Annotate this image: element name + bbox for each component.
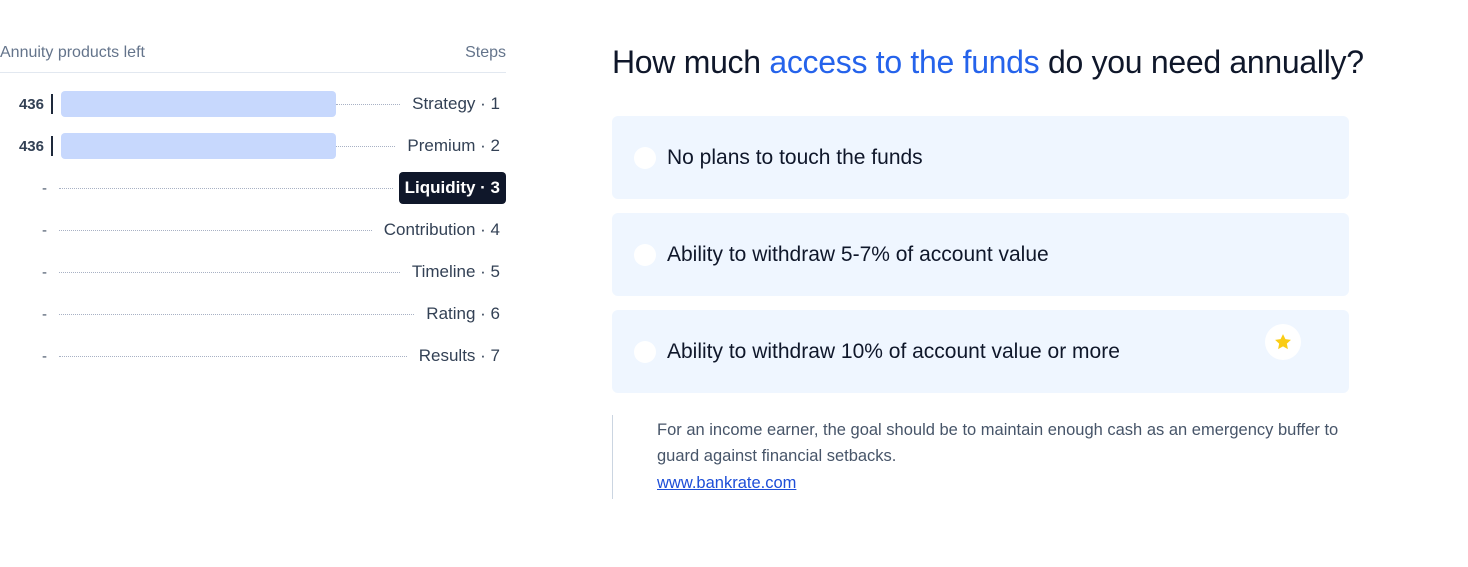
question-title-suffix: do you need annually?: [1039, 44, 1364, 80]
option-label: Ability to withdraw 10% of account value…: [667, 339, 1120, 363]
products-bar: [61, 91, 336, 117]
option-radio[interactable]: [634, 243, 656, 266]
recommended-badge: [1265, 324, 1301, 360]
option-label: No plans to touch the funds: [667, 145, 923, 169]
products-bar: [61, 133, 336, 159]
option-label: Ability to withdraw 5-7% of account valu…: [667, 242, 1049, 266]
question-panel: How much access to the funds do you need…: [612, 38, 1412, 499]
dotted-leader: [336, 103, 401, 105]
step-label-contribution[interactable]: Contribution · 4: [378, 214, 506, 246]
products-count: 436: [18, 137, 44, 155]
dotted-leader: [59, 187, 393, 189]
option-no-plans[interactable]: No plans to touch the funds: [612, 116, 1349, 199]
step-label-timeline[interactable]: Timeline · 5: [406, 256, 506, 288]
count-divider: [49, 304, 51, 324]
option-withdraw-5-7[interactable]: Ability to withdraw 5-7% of account valu…: [612, 213, 1349, 296]
dotted-leader: [336, 145, 396, 147]
progress-panel: Annuity products left Steps 436 Strategy…: [0, 40, 506, 377]
products-count: -: [42, 305, 47, 323]
progress-header: Annuity products left Steps: [0, 40, 506, 73]
count-divider: [49, 262, 51, 282]
products-count: 436: [18, 95, 44, 113]
question-title-prefix: How much: [612, 44, 770, 80]
step-row-premium[interactable]: 436 Premium · 2: [0, 125, 506, 167]
products-count: -: [42, 221, 47, 239]
products-left-heading: Annuity products left: [0, 44, 145, 61]
dotted-leader: [59, 271, 400, 273]
option-withdraw-10-plus[interactable]: Ability to withdraw 10% of account value…: [612, 310, 1349, 393]
question-title: How much access to the funds do you need…: [612, 38, 1412, 86]
products-count: -: [42, 179, 47, 197]
option-radio[interactable]: [634, 146, 656, 169]
star-icon: [1275, 334, 1291, 350]
step-label-strategy[interactable]: Strategy · 1: [406, 88, 506, 120]
dotted-leader: [59, 313, 415, 315]
step-label-premium[interactable]: Premium · 2: [401, 130, 506, 162]
count-divider: [49, 220, 51, 240]
products-count: -: [42, 347, 47, 365]
step-row-timeline[interactable]: - Timeline · 5: [0, 251, 506, 293]
count-divider: [51, 94, 53, 114]
step-list: 436 Strategy · 1 436 Premium · 2 - Liqui…: [0, 83, 506, 377]
step-row-liquidity[interactable]: - Liquidity · 3: [0, 167, 506, 209]
products-count: -: [42, 263, 47, 281]
step-row-strategy[interactable]: 436 Strategy · 1: [0, 83, 506, 125]
step-label-liquidity[interactable]: Liquidity · 3: [398, 172, 506, 204]
count-divider: [51, 136, 53, 156]
tip-text: For an income earner, the goal should be…: [657, 421, 1339, 465]
steps-heading: Steps: [465, 44, 506, 61]
step-row-contribution[interactable]: - Contribution · 4: [0, 209, 506, 251]
question-title-highlight: access to the funds: [769, 44, 1040, 80]
step-label-rating[interactable]: Rating · 6: [420, 298, 506, 330]
option-radio[interactable]: [634, 340, 656, 363]
dotted-leader: [59, 355, 407, 357]
step-label-results[interactable]: Results · 7: [413, 340, 506, 372]
tip-callout: For an income earner, the goal should be…: [612, 415, 1412, 499]
source-link[interactable]: www.bankrate.com: [657, 474, 796, 493]
step-row-results[interactable]: - Results · 7: [0, 335, 506, 377]
dotted-leader: [59, 229, 372, 231]
step-row-rating[interactable]: - Rating · 6: [0, 293, 506, 335]
count-divider: [49, 346, 51, 366]
count-divider: [49, 178, 51, 198]
